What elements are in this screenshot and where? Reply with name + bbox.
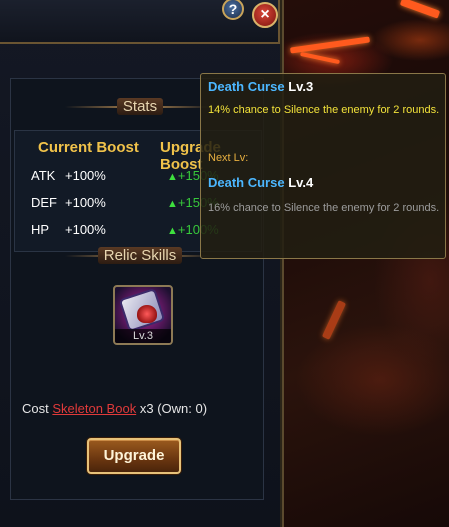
tooltip-next-description: 16% chance to Silence the enemy for 2 ro… [208,202,440,214]
relic-skills-label: Relic Skills [97,247,183,264]
cost-label: Cost [22,401,49,416]
lava-crack [289,36,371,54]
cost-line: Cost Skeleton Book x3 (Own: 0) [22,401,207,416]
current-boost-header: Current Boost [38,139,139,156]
tooltip-skill-name: Death Curse [208,79,285,94]
cost-owned: (Own: 0) [157,401,208,416]
tooltip-description: 14% chance to Silence the enemy for 2 ro… [208,104,440,116]
cost-item-link[interactable]: Skeleton Book [52,401,136,416]
relic-skills-header: Relic Skills [65,245,215,267]
tooltip-next-title: Death Curse Lv.4 [208,175,313,190]
upgrade-button[interactable]: Upgrade [87,438,181,474]
tooltip-skill-level: Lv.3 [288,79,314,94]
lava-crack [399,0,441,19]
up-arrow-icon: ▲ [167,225,178,237]
stat-current-atk: +100% [65,168,106,183]
relic-level: Lv.3 [115,329,171,343]
tooltip-next-skill-name: Death Curse [208,175,285,190]
up-arrow-icon: ▲ [167,198,178,210]
stat-label-atk: ATK [31,168,56,183]
stat-label-hp: HP [31,222,50,237]
lava-crack [300,51,340,65]
stats-header-label: Stats [116,98,164,115]
tooltip-next-label: Next Lv: [208,152,249,164]
stat-label-def: DEF [31,195,57,210]
close-icon[interactable]: × [252,2,278,28]
relic-skill-slot[interactable]: Lv.3 [113,285,173,345]
skill-tooltip: Death Curse Lv.3 14% chance to Silence t… [200,73,446,259]
stat-current-hp: +100% [65,222,106,237]
up-arrow-icon: ▲ [167,171,178,183]
stats-header: Stats [65,96,215,118]
skull-icon [137,305,157,323]
lava-crack [321,300,347,340]
cost-quantity: x3 [139,401,154,416]
tooltip-next-skill-level: Lv.4 [288,175,314,190]
tooltip-title: Death Curse Lv.3 [208,79,313,94]
stat-current-def: +100% [65,195,106,210]
